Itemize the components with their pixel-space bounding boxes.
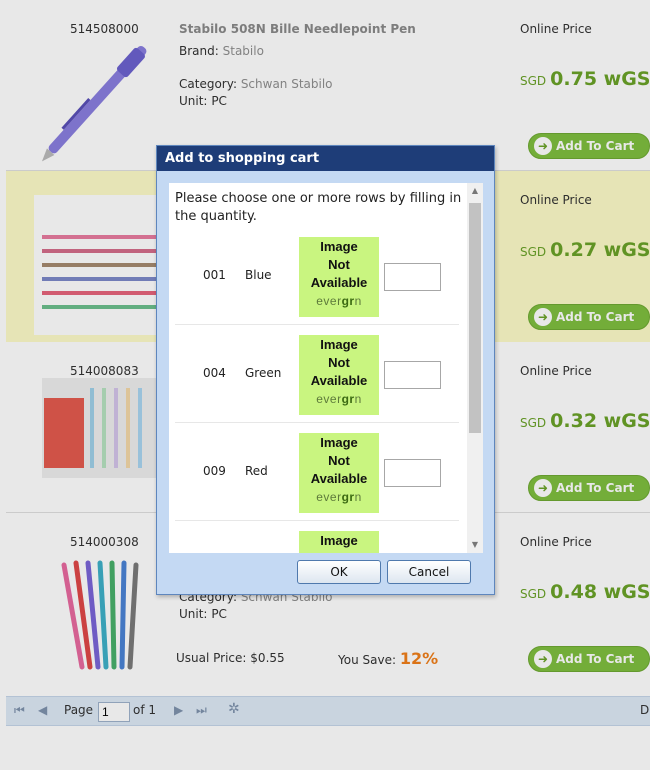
option-row: 004 Green Image Not Available evergrn — [175, 325, 459, 423]
scroll-down-icon[interactable]: ▼ — [467, 537, 483, 553]
no-image-line: Not — [299, 550, 379, 553]
scroll-up-icon[interactable]: ▲ — [467, 183, 483, 199]
quantity-input[interactable] — [384, 263, 441, 291]
quantity-input[interactable] — [384, 459, 441, 487]
evergreen-logo: evergrn — [316, 392, 362, 406]
scrollbar-thumb[interactable] — [469, 203, 481, 433]
option-row: 009 Red Image Not Available evergrn — [175, 423, 459, 521]
add-to-cart-dialog: Add to shopping cart Please choose one o… — [156, 145, 495, 595]
option-code: 004 — [203, 366, 226, 380]
option-row: Image Not — [175, 521, 459, 553]
dialog-instructions: Please choose one or more rows by fillin… — [175, 191, 462, 224]
image-not-available: Image Not Available evergrn — [299, 433, 379, 513]
option-code: 001 — [203, 268, 226, 282]
no-image-line: Image — [320, 239, 358, 254]
option-row: 001 Blue Image Not Available evergrn — [175, 227, 459, 325]
dialog-title: Add to shopping cart — [157, 146, 494, 171]
cancel-button[interactable]: Cancel — [387, 560, 471, 584]
evergreen-logo: evergrn — [316, 490, 362, 504]
option-color: Blue — [245, 268, 272, 282]
image-not-available: Image Not Available evergrn — [299, 237, 379, 317]
no-image-line: Not — [328, 453, 350, 468]
quantity-input[interactable] — [384, 361, 441, 389]
dialog-body: Please choose one or more rows by fillin… — [169, 183, 483, 553]
option-color: Red — [245, 464, 268, 478]
image-not-available: Image Not Available evergrn — [299, 335, 379, 415]
no-image-line: Available — [310, 471, 368, 486]
option-code: 009 — [203, 464, 226, 478]
no-image-line: Image — [320, 533, 358, 548]
no-image-line: Image — [320, 337, 358, 352]
no-image-line: Available — [310, 373, 368, 388]
no-image-line: Not — [328, 355, 350, 370]
no-image-line: Image — [320, 435, 358, 450]
evergreen-logo: evergrn — [316, 294, 362, 308]
image-not-available: Image Not — [299, 531, 379, 553]
ok-button[interactable]: OK — [297, 560, 381, 584]
no-image-line: Available — [310, 275, 368, 290]
option-color: Green — [245, 366, 282, 380]
no-image-line: Not — [328, 257, 350, 272]
dialog-scrollbar[interactable]: ▲ ▼ — [467, 183, 483, 553]
